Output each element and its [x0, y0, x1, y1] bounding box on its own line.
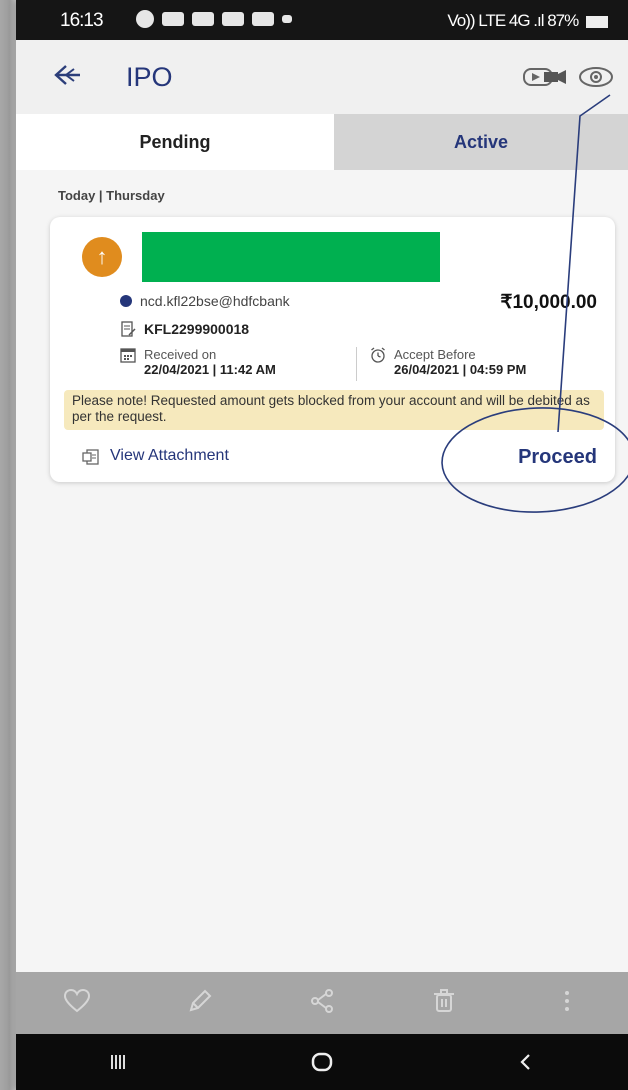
back-icon — [520, 1054, 530, 1070]
accept-before-label: Accept Before — [394, 347, 476, 362]
share-button[interactable] — [307, 988, 337, 1018]
amount: ₹10,000.00 — [500, 292, 597, 313]
heart-icon — [64, 988, 91, 1013]
accept-before-row: Accept Before 26/04/2021 | 04:59 PM — [370, 347, 526, 377]
attachment-icon — [82, 448, 99, 465]
accept-before-block: Accept Before 26/04/2021 | 04:59 PM — [394, 347, 526, 377]
received-value: 22/04/2021 | 11:42 AM — [144, 362, 276, 377]
delete-button[interactable] — [429, 988, 459, 1018]
received-row: Received on 22/04/2021 | 11:42 AM — [120, 347, 276, 377]
status-signal-battery: Vo)) LTE 4G .ıl 87% — [447, 11, 608, 31]
home-button[interactable] — [302, 1047, 342, 1077]
accept-before-value: 26/04/2021 | 04:59 PM — [394, 362, 527, 377]
calendar-icon — [120, 347, 136, 363]
app-bar: IPO — [16, 40, 628, 114]
date-divider — [356, 347, 357, 381]
video-camera-icon — [523, 68, 566, 86]
vpa-row: ncd.kfl22bse@hdfcbank — [120, 293, 290, 309]
message-icon — [162, 12, 184, 26]
section-heading: Today | Thursday — [58, 188, 165, 203]
tab-pending[interactable]: Pending — [16, 114, 334, 170]
signal-text: Vo)) LTE 4G .ıl 87% — [447, 11, 579, 30]
left-edge-strip — [0, 0, 16, 1090]
pencil-icon — [189, 989, 211, 1012]
favourite-button[interactable] — [62, 988, 92, 1018]
status-notification-icons — [136, 10, 292, 28]
battery-icon — [586, 15, 608, 28]
reference-row: KFL2299900018 — [120, 321, 249, 337]
more-button[interactable] — [552, 988, 582, 1018]
edit-button[interactable] — [185, 988, 215, 1018]
proceed-button[interactable]: Proceed — [518, 446, 597, 469]
status-time: 16:13 — [60, 10, 104, 31]
alarm-clock-icon — [370, 347, 386, 363]
view-button[interactable] — [576, 62, 616, 92]
view-attachment-label: View Attachment — [110, 447, 229, 464]
page-title: IPO — [126, 62, 173, 92]
document-edit-icon — [120, 321, 136, 337]
arrow-up-icon: ↑ — [82, 237, 122, 277]
recent-apps-icon — [111, 1055, 125, 1069]
jio-icon — [192, 12, 214, 26]
tab-bar: Pending Active — [16, 114, 628, 170]
mandate-card[interactable]: ↑ ncd.kfl22bse@hdfcbank ₹10,000.00 KFL22… — [50, 217, 615, 482]
eye-icon — [579, 67, 613, 87]
bank-id-icon — [120, 295, 132, 307]
video-button[interactable] — [521, 62, 569, 92]
system-nav-bar — [16, 1034, 628, 1090]
image-viewer-action-bar — [16, 972, 628, 1034]
redacted-name-block — [142, 232, 440, 282]
status-bar: 16:13 Vo)) LTE 4G .ıl 87% — [16, 0, 628, 40]
back-button[interactable] — [50, 60, 86, 94]
back-nav-button[interactable] — [506, 1047, 546, 1077]
view-attachment-link[interactable]: View Attachment — [82, 447, 229, 465]
app-notification-icon — [222, 12, 244, 26]
home-icon — [311, 1052, 333, 1072]
trash-icon — [434, 989, 455, 1012]
vpa-text: ncd.kfl22bse@hdfcbank — [140, 293, 290, 309]
recent-apps-button[interactable] — [98, 1047, 138, 1077]
tab-active[interactable]: Active — [334, 114, 628, 170]
media-icon — [252, 12, 274, 26]
phone-screen: 16:13 Vo)) LTE 4G .ıl 87% IPO Pending Ac… — [16, 0, 628, 1090]
received-block: Received on 22/04/2021 | 11:42 AM — [144, 347, 276, 377]
info-note: Please note! Requested amount gets block… — [64, 390, 604, 430]
double-arrow-left-icon — [54, 65, 80, 85]
received-label: Received on — [144, 347, 217, 362]
reference-number: KFL2299900018 — [144, 321, 250, 337]
whatsapp-icon — [136, 10, 154, 28]
more-notifications-icon — [282, 15, 292, 23]
share-icon — [310, 989, 333, 1013]
more-vertical-icon — [564, 991, 569, 1011]
